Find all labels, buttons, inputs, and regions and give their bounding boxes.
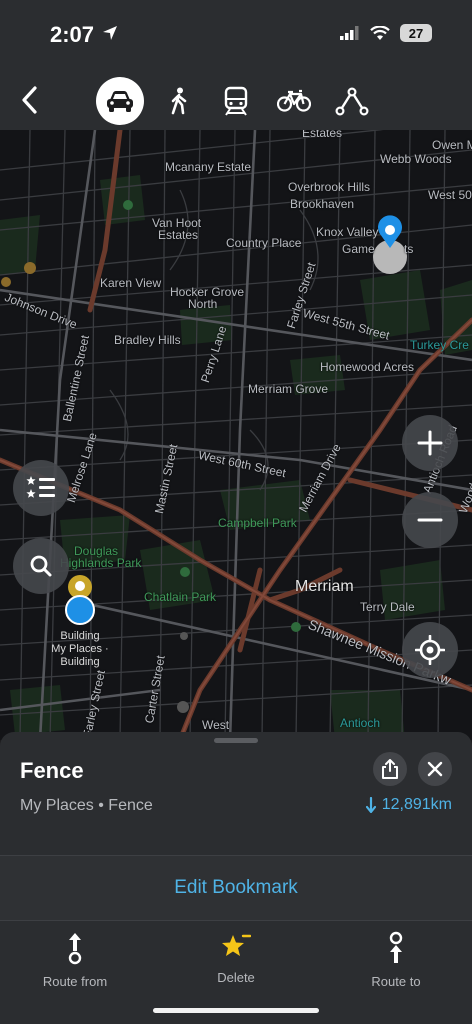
home-indicator[interactable] xyxy=(153,1008,319,1013)
status-time: 2:07 xyxy=(50,22,95,47)
crosshair-icon xyxy=(415,635,445,665)
walking-icon xyxy=(171,87,187,115)
car-mode-button[interactable] xyxy=(96,77,144,125)
delete-bookmark-button[interactable]: Delete xyxy=(186,931,286,985)
map-label: Bradley Hills xyxy=(114,333,181,347)
map-label: Mcanany Estate xyxy=(165,160,252,174)
route-from-label: Route from xyxy=(42,974,108,989)
transport-mode-toolbar xyxy=(0,72,472,130)
search-icon xyxy=(30,555,52,577)
map-label: Webb Woods xyxy=(380,152,452,166)
wifi-icon xyxy=(370,25,390,40)
star-remove-icon xyxy=(222,934,252,956)
share-button[interactable] xyxy=(373,752,407,786)
edit-bookmark-button[interactable]: Edit Bookmark xyxy=(0,856,472,920)
sheet-grabber[interactable] xyxy=(214,738,258,743)
map-label: Merriam Grove xyxy=(248,382,329,396)
direction-arrow-icon xyxy=(365,797,376,813)
cellular-signal-icon xyxy=(340,26,359,40)
locate-me-button[interactable] xyxy=(402,622,458,678)
zoom-out-button[interactable] xyxy=(402,492,458,548)
map-label: Owen M xyxy=(432,138,472,152)
route-to-label: Route to xyxy=(371,974,421,989)
map-label-city: Merriam xyxy=(295,578,354,595)
route-nodes-icon xyxy=(335,87,369,116)
map-label: Brookhaven xyxy=(290,197,355,211)
route-from-icon xyxy=(68,933,82,965)
map-label: Highlands Park xyxy=(60,556,142,570)
route-from-button[interactable]: Route from xyxy=(25,931,125,989)
pin-label: Building My Places · Building xyxy=(51,630,109,668)
location-arrow-icon xyxy=(103,26,117,40)
map-label: Chatlain Park xyxy=(144,590,217,604)
map-label: Estates xyxy=(302,130,343,140)
map-label: Estates xyxy=(158,228,199,242)
edit-bookmark-label: Edit Bookmark xyxy=(174,877,298,898)
map-label: ts xyxy=(404,242,414,256)
transit-mode-button[interactable] xyxy=(212,77,260,125)
map-label: North xyxy=(188,297,218,311)
search-button[interactable] xyxy=(13,538,69,594)
map-label: Overbrook Hills xyxy=(288,180,371,194)
close-icon xyxy=(427,761,443,777)
map-label: Turkey Cre xyxy=(410,338,469,352)
bookmarks-list-button[interactable] xyxy=(13,460,69,516)
car-icon xyxy=(107,91,133,112)
bike-mode-button[interactable] xyxy=(270,77,318,125)
bicycle-icon xyxy=(277,89,311,112)
map-label: Antioch xyxy=(340,716,381,730)
map-label: Game xyxy=(342,242,375,256)
route-to-button[interactable]: Route to xyxy=(346,931,446,989)
close-button[interactable] xyxy=(418,752,452,786)
map-view[interactable]: Estates Owen M Mcanany Estate Webb Woods… xyxy=(0,130,472,740)
status-indicators: 27 xyxy=(340,24,432,42)
map-label: Campbell Park xyxy=(218,516,297,530)
plus-icon xyxy=(417,430,443,456)
multi-stop-route-button[interactable] xyxy=(328,77,376,125)
train-icon xyxy=(224,86,248,116)
walk-mode-button[interactable] xyxy=(155,77,203,125)
map-label: Country Place xyxy=(226,236,302,250)
distance-readout: 12,891km xyxy=(365,796,452,814)
starred-list-icon xyxy=(26,476,55,498)
route-to-icon xyxy=(389,931,403,963)
minus-icon xyxy=(417,518,443,522)
map-label: Homewood Acres xyxy=(320,360,415,374)
battery-indicator: 27 xyxy=(400,24,432,42)
map-label: Karen View xyxy=(100,276,162,290)
map-label: Knox Valley xyxy=(316,225,379,239)
map-label: Terry Dale xyxy=(360,600,415,614)
zoom-in-button[interactable] xyxy=(402,415,458,471)
delete-label: Delete xyxy=(217,970,255,985)
map-label: West 50t xyxy=(428,188,472,202)
status-bar: 2:07 27 xyxy=(0,0,472,72)
bookmark-title: Fence xyxy=(20,758,84,783)
distance-value: 12,891km xyxy=(381,796,452,813)
map-label: West xyxy=(202,718,230,732)
share-icon xyxy=(382,759,398,779)
bookmark-subtitle: My Places • Fence xyxy=(20,797,153,814)
back-chevron-icon[interactable] xyxy=(16,84,44,116)
